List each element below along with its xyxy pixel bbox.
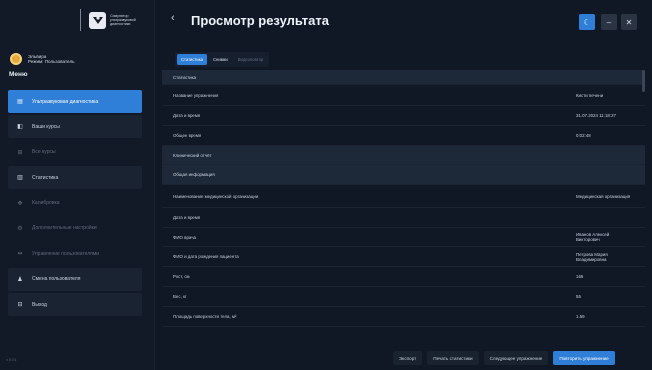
sidebar-item-user-management[interactable]: ⇹ Управление пользователями — [8, 242, 142, 265]
sidebar-item-calibration[interactable]: ✥ Калибровка — [8, 192, 142, 215]
logo-text: Симулятор ультразвуковой диагностики — [110, 14, 136, 26]
scrollbar[interactable] — [642, 70, 645, 92]
table-section-header: Общая информация — [162, 165, 645, 185]
sidebar-item-label: Статистика — [32, 174, 59, 181]
table-section-header: Статистика — [162, 70, 645, 85]
table-row: Дата и время — [162, 208, 645, 228]
tab-snapshots[interactable]: Снимки — [209, 54, 232, 65]
close-button[interactable]: ✕ — [621, 14, 637, 30]
statistics-icon: ▥ — [17, 175, 23, 182]
moon-icon: ☾ — [583, 17, 591, 27]
sidebar-item-statistics[interactable]: ▥ Статистика — [8, 166, 142, 190]
logo-divider — [80, 9, 81, 31]
avatar — [10, 53, 22, 65]
tab-video-replay[interactable]: Видеоповтор — [234, 54, 268, 65]
sidebar-item-your-courses[interactable]: ◧ Ваши курсы — [8, 115, 142, 139]
tab-statistics[interactable]: Статистика — [177, 54, 207, 65]
main-panel: ‹ Просмотр результата ☾ – ✕ Статистика С… — [155, 0, 652, 370]
exit-icon: ⊟ — [17, 302, 23, 309]
sidebar-item-label: Все курсы — [32, 149, 56, 156]
row-label: Клинический отчёт — [173, 152, 212, 158]
row-label: Наименование медицинской организации — [173, 193, 259, 199]
print-statistics-button[interactable]: Печать статистики — [427, 351, 479, 365]
sidebar-item-label: Смена пользователя — [32, 276, 81, 283]
row-label: ФИО врача — [173, 234, 196, 240]
table-row: Площадь поверхности тела, м² 1.59 — [162, 307, 645, 327]
next-exercise-button[interactable]: Следующее упражнение — [483, 351, 549, 365]
table-row: Вес, кг 55 — [162, 287, 645, 307]
sidebar-item-label: Выход — [32, 301, 47, 308]
change-user-icon: ♟ — [17, 276, 23, 283]
row-label: Общее время — [173, 133, 202, 138]
all-courses-icon: ⊞ — [17, 149, 23, 156]
table-row: Общее время 0:02:48 — [162, 126, 645, 146]
user-role: Режим: Пользователь — [28, 59, 75, 64]
row-label: Общая информация — [173, 172, 215, 177]
table-row: ФИО врача Иванов Алексей Викторович — [162, 228, 645, 247]
row-value: 0:02:48 — [576, 133, 591, 138]
page-title: Просмотр результата — [191, 13, 329, 28]
back-button[interactable]: ‹ — [171, 12, 175, 24]
sidebar-item-label: Ультразвуковая диагностика — [32, 98, 99, 105]
logo-icon — [89, 11, 106, 29]
action-bar: Экспорт Печать статистики Следующее упра… — [393, 351, 615, 365]
row-value: Кисти печени — [576, 92, 604, 98]
sidebar-item-label: Ваши курсы — [32, 123, 60, 130]
row-label: ФИО и дата рождения пациента — [173, 254, 239, 259]
row-value: 55 — [576, 294, 581, 299]
menu-title: Меню — [9, 71, 28, 78]
header: ‹ Просмотр результата ☾ – ✕ — [155, 0, 652, 38]
table-row: Рост, см 165 — [162, 267, 645, 287]
minimize-button[interactable]: – — [601, 14, 617, 30]
sidebar: Симулятор ультразвуковой диагностики Эль… — [0, 0, 155, 370]
table-section-header: Клинический отчёт — [162, 146, 645, 165]
logo: Симулятор ультразвуковой диагностики — [80, 9, 150, 31]
sidebar-item-change-user[interactable]: ♟ Смена пользователя — [8, 267, 142, 291]
result-tabs: Статистика Снимки Видеоповтор — [175, 52, 270, 67]
table-row: Дата и время 31.07.2024 11:18:27 — [162, 106, 645, 126]
settings-icon: ⚙ — [17, 225, 23, 232]
minimize-icon: – — [606, 17, 612, 27]
row-value: Петрова Мария Владимировна — [576, 251, 608, 262]
sidebar-item-settings[interactable]: ⚙ Дополнительные настройки — [8, 217, 142, 240]
sidebar-item-label: Дополнительные настройки — [32, 225, 97, 232]
result-table: Статистика Название упражнения Кисти печен… — [162, 70, 645, 327]
row-label: Название упражнения — [173, 92, 219, 98]
row-value: Медицинская организация — [576, 193, 631, 199]
row-value: 31.07.2024 11:18:27 — [576, 113, 616, 118]
sidebar-nav: ▤ Ультразвуковая диагностика ◧ Ваши курсы … — [8, 90, 142, 319]
app-window: Симулятор ультразвуковой диагностики Эль… — [0, 0, 652, 370]
sidebar-item-label: Калибровка — [32, 200, 60, 207]
sidebar-item-ultrasound[interactable]: ▤ Ультразвуковая диагностика — [8, 90, 142, 113]
ultrasound-icon: ▤ — [17, 99, 23, 105]
user-card[interactable]: Эльвира Режим: Пользователь — [10, 53, 75, 65]
export-button[interactable]: Экспорт — [393, 351, 423, 365]
row-value: Иванов Алексей Викторович — [576, 232, 610, 242]
table-row: Наименование медицинской организации Меди… — [162, 185, 645, 208]
sidebar-item-all-courses[interactable]: ⊞ Все курсы — [8, 141, 142, 164]
table-row: ФИО и дата рождения пациента Петрова Мари… — [162, 247, 645, 267]
theme-toggle-button[interactable]: ☾ — [579, 14, 595, 30]
row-value: 165 — [576, 274, 584, 279]
row-label: Рост, см — [173, 274, 190, 279]
row-label: Вес, кг — [173, 294, 187, 299]
calibration-icon: ✥ — [17, 200, 23, 207]
row-label: Статистика — [173, 74, 197, 80]
close-icon: ✕ — [625, 17, 633, 27]
users-manage-icon: ⇹ — [17, 251, 23, 258]
sidebar-item-exit[interactable]: ⊟ Выход — [8, 293, 142, 317]
row-value: 1.59 — [576, 314, 585, 319]
app-version: v.0.01 — [6, 357, 17, 362]
row-label: Площадь поверхности тела, м² — [173, 314, 237, 319]
row-label: Дата и время — [173, 215, 201, 220]
repeat-exercise-button[interactable]: Повторить упражнение — [553, 351, 615, 365]
row-label: Дата и время — [173, 113, 201, 118]
table-row: Название упражнения Кисти печени — [162, 85, 645, 106]
sidebar-item-label: Управление пользователями — [32, 250, 100, 257]
courses-icon: ◧ — [17, 124, 23, 131]
